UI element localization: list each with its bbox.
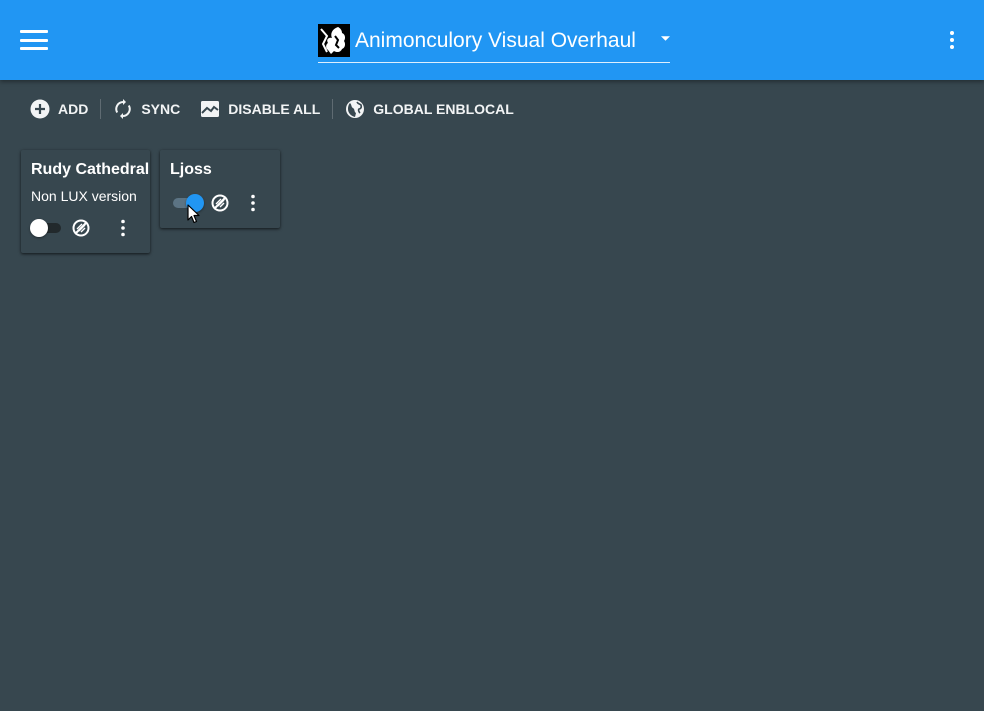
global-enblocal-button-label: GLOBAL ENBLOCAL xyxy=(373,101,514,117)
add-circle-icon xyxy=(30,99,50,119)
app-bar: Animonculory Visual Overhaul xyxy=(0,0,984,80)
game-logo-icon xyxy=(318,23,350,57)
preset-enable-toggle[interactable] xyxy=(171,193,205,213)
visibility-off-icon[interactable] xyxy=(210,193,230,213)
hamburger-menu-button[interactable] xyxy=(16,26,52,54)
preset-card: Ljoss xyxy=(160,150,280,228)
add-button[interactable]: ADD xyxy=(20,92,98,126)
game-title: Animonculory Visual Overhaul xyxy=(355,28,636,52)
global-enblocal-button[interactable]: GLOBAL ENBLOCAL xyxy=(335,92,524,126)
preset-card-title: Ljoss xyxy=(170,161,212,178)
dropdown-caret-icon xyxy=(661,36,670,41)
preset-enable-toggle[interactable] xyxy=(29,218,63,238)
menu-bar-line xyxy=(20,38,48,42)
sync-button[interactable]: SYNC xyxy=(103,92,190,126)
visibility-off-icon[interactable] xyxy=(71,218,91,238)
toggle-thumb xyxy=(30,219,48,237)
preset-card: Rudy Cathedral Non LUX version xyxy=(21,150,150,253)
disable-all-button-label: DISABLE ALL xyxy=(228,101,321,117)
menu-bar-line xyxy=(20,47,48,50)
disable-all-button[interactable]: DISABLE ALL xyxy=(190,92,330,126)
preset-card-title: Rudy Cathedral xyxy=(31,161,150,178)
globe-icon xyxy=(346,100,365,118)
sync-button-label: SYNC xyxy=(141,101,181,117)
card-more-vert-icon[interactable] xyxy=(113,218,133,238)
preset-card-subtitle: Non LUX version xyxy=(31,188,137,204)
game-profile-select[interactable]: Animonculory Visual Overhaul xyxy=(318,22,670,63)
toolbar-divider xyxy=(100,99,102,119)
image-disable-icon xyxy=(201,101,220,117)
sync-icon xyxy=(115,99,132,119)
action-toolbar: ADD SYNC DISABLE ALL GLOBAL ENBLOCAL xyxy=(20,92,524,126)
toolbar-divider xyxy=(332,99,334,119)
card-more-vert-icon[interactable] xyxy=(243,193,263,213)
more-vert-icon[interactable] xyxy=(942,28,962,52)
menu-bar-line xyxy=(20,30,48,33)
add-button-label: ADD xyxy=(58,101,89,117)
toggle-thumb xyxy=(186,194,204,212)
